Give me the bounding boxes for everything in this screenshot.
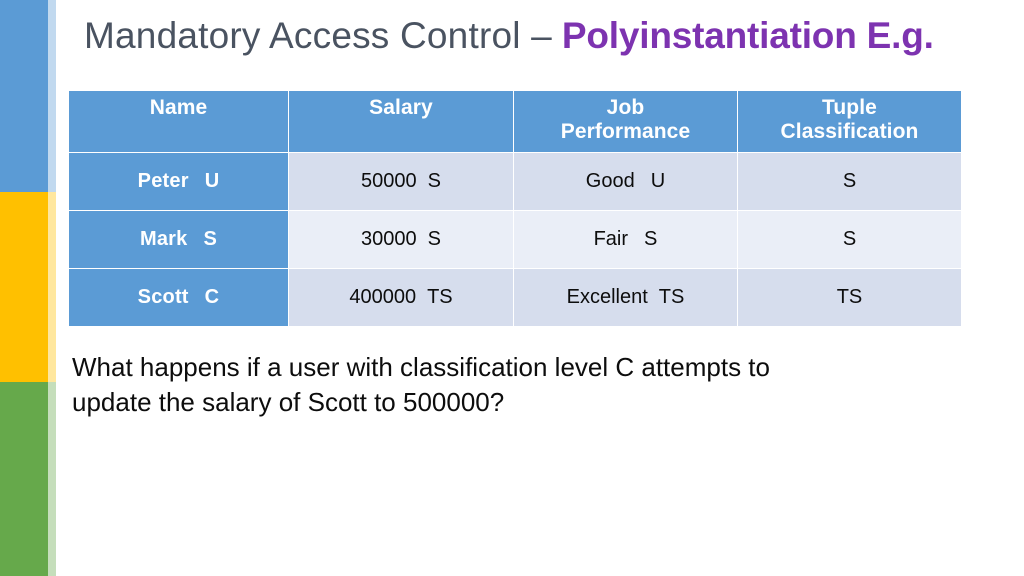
table-row: Scott C 400000 TS Excellent TS TS (69, 269, 961, 326)
cell-name: Peter U (69, 153, 288, 210)
cell-salary-classification: TS (427, 286, 453, 308)
cell-tuple-classification: S (738, 211, 961, 268)
column-header-tuple-classification: Tuple Classification (738, 91, 961, 152)
slide-decoration-sidebar (0, 0, 56, 576)
cell-salary: 50000 S (289, 153, 513, 210)
cell-salary-value: 400000 (349, 286, 417, 308)
cell-performance-classification: U (650, 170, 666, 192)
cell-salary: 400000 TS (289, 269, 513, 326)
page-title-accent: Polyinstantiation E.g. (561, 15, 934, 56)
cell-performance-value: Fair (593, 228, 629, 250)
column-header-tuple-classification-line1: Tuple (822, 96, 877, 119)
column-header-job-performance: Job Performance (514, 91, 737, 152)
sidebar-band-green (0, 382, 56, 576)
column-header-name-line1: Name (149, 96, 208, 119)
cell-name-value: Mark (139, 228, 188, 250)
cell-performance: Fair S (514, 211, 737, 268)
column-header-job-performance-line1: Job (606, 96, 645, 119)
column-header-name: Name (69, 91, 288, 152)
cell-name: Scott C (69, 269, 288, 326)
column-header-job-performance-line2: Performance (560, 119, 691, 143)
cell-performance: Excellent TS (514, 269, 737, 326)
column-header-salary-line1: Salary (369, 96, 433, 119)
page-title-main: Mandatory Access Control – (84, 15, 552, 56)
cell-name-classification: S (203, 228, 218, 250)
cell-performance-classification: S (644, 228, 658, 250)
cell-name-value: Scott (137, 286, 189, 308)
table-row: Peter U 50000 S Good U S (69, 153, 961, 210)
cell-name-classification: U (204, 170, 220, 192)
cell-name: Mark S (69, 211, 288, 268)
table-header-row: Name Salary Job Performance Tuple Classi… (69, 91, 961, 152)
cell-salary-classification: S (427, 170, 441, 192)
cell-tuple-classification: S (738, 153, 961, 210)
cell-salary-classification: S (427, 228, 441, 250)
column-header-tuple-classification-line2: Classification (780, 119, 919, 143)
cell-salary-value: 30000 (361, 228, 417, 250)
cell-name-value: Peter (137, 170, 189, 192)
cell-performance-value: Good (585, 170, 635, 192)
cell-performance-classification: TS (658, 286, 685, 308)
polyinstantiation-table: Name Salary Job Performance Tuple Classi… (68, 90, 962, 327)
sidebar-band-yellow (0, 192, 56, 382)
body-text: What happens if a user with classificati… (72, 350, 982, 419)
cell-tuple-classification: TS (738, 269, 961, 326)
cell-salary-value: 50000 (361, 170, 417, 192)
cell-salary: 30000 S (289, 211, 513, 268)
cell-performance: Good U (514, 153, 737, 210)
cell-name-classification: C (204, 286, 220, 308)
body-text-line-2: update the salary of Scott to 500000? (72, 386, 505, 417)
sidebar-band-blue (0, 0, 56, 192)
table-row: Mark S 30000 S Fair S S (69, 211, 961, 268)
cell-performance-value: Excellent (566, 286, 648, 308)
page-title: Mandatory Access Control – Polyinstantiat… (84, 17, 1014, 54)
body-text-line-1: What happens if a user with classificati… (72, 352, 770, 382)
column-header-salary: Salary (289, 91, 513, 152)
